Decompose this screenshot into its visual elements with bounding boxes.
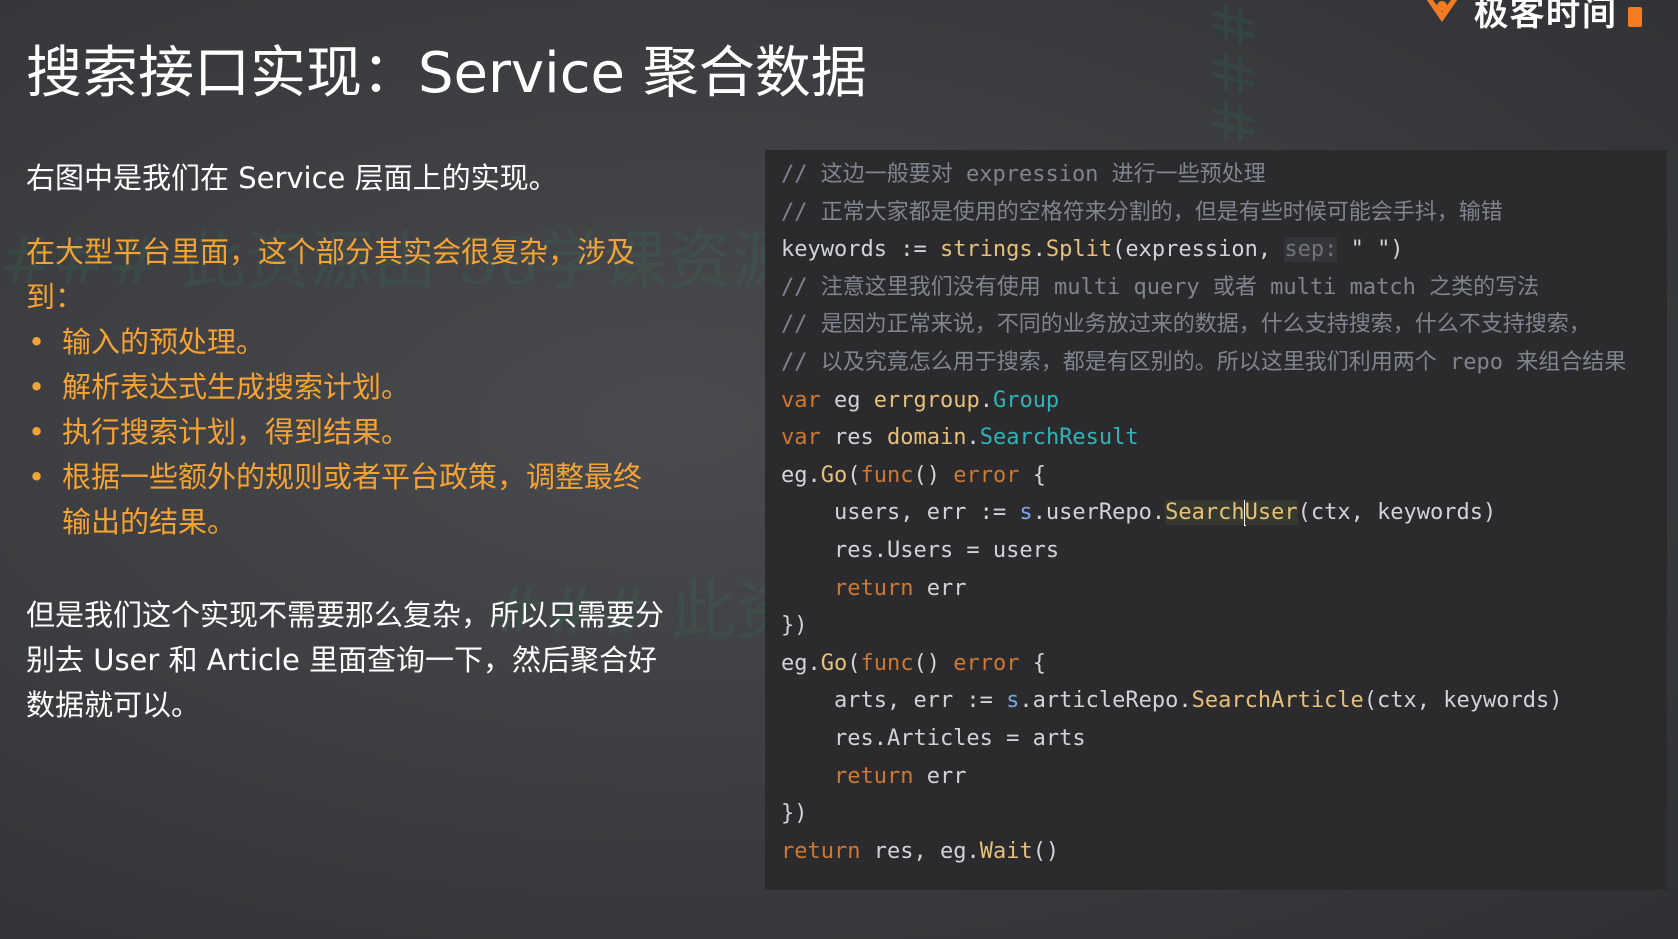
code-keyword: error xyxy=(953,650,1020,676)
code-token: eg. xyxy=(781,650,821,676)
code-token: arts, err := xyxy=(781,688,1007,714)
code-token: " ") xyxy=(1337,237,1404,263)
code-token: Search xyxy=(1165,500,1245,526)
page-title: 搜索接口实现：Service 聚合数据 xyxy=(26,41,867,106)
code-token: () xyxy=(913,462,954,488)
bullet-item: • 解析表达式生成搜索计划。 xyxy=(26,365,666,410)
code-line-final-return: return res, eg.Wait() xyxy=(781,833,1667,871)
code-type: SearchResult xyxy=(979,425,1139,451)
code-token: err xyxy=(913,763,967,789)
code-keyword: var xyxy=(781,425,821,451)
code-token: s xyxy=(1019,500,1033,526)
code-token: err xyxy=(913,575,967,601)
code-keyword: return xyxy=(833,763,914,789)
code-token: domain xyxy=(886,425,967,451)
code-keyword: var xyxy=(781,387,821,413)
code-line-arts: arts, err := s.articleRepo.SearchArticle… xyxy=(781,682,1667,720)
code-token: { xyxy=(1019,462,1046,488)
code-comment: // 以及究竟怎么用于搜索，都是有区别的。所以这里我们利用两个 repo 来组合… xyxy=(781,349,1627,375)
brand-name: 极客时间 xyxy=(1474,0,1618,34)
code-keyword: func xyxy=(860,650,914,676)
bullet-dot: • xyxy=(28,325,46,359)
code-comment: // 注意这里我们没有使用 multi query 或者 multi match… xyxy=(781,274,1540,300)
bullet-dot: • xyxy=(28,415,46,449)
code-token: eg xyxy=(820,387,874,413)
code-line-return: return err xyxy=(781,570,1667,608)
geektime-logo-icon xyxy=(1427,0,1457,22)
code-comment: // 正常大家都是使用的空格符来分割的，但是有些时候可能会手抖，输错 xyxy=(781,199,1503,225)
code-line-go-open: eg.Go(func() error { xyxy=(781,645,1667,683)
bullet-text: 根据一些额外的规则或者平台政策，调整最终输出的结果。 xyxy=(62,460,643,539)
code-line-var-res: var res domain.SearchResult xyxy=(781,425,1139,451)
brand-badge xyxy=(1628,6,1642,27)
code-token: (ctx, keywords) xyxy=(1297,500,1497,526)
bullet-item: • 输入的预处理。 xyxy=(26,320,666,365)
code-comment: // 这边一般要对 expression 进行一些预处理 xyxy=(781,162,1266,187)
bullet-item: • 执行搜索计划，得到结果。 xyxy=(26,410,666,455)
code-line-keywords: keywords := strings.Split(expression, se… xyxy=(781,237,1404,263)
code-token: res xyxy=(820,425,887,451)
code-token: s xyxy=(1006,688,1020,714)
code-keyword: func xyxy=(860,462,914,488)
code-line-var-eg: var eg errgroup.Group xyxy=(781,387,1060,413)
brand-logo: 极客时间 xyxy=(1420,0,1642,35)
bullet-list: • 输入的预处理。 • 解析表达式生成搜索计划。 • 执行搜索计划，得到结果。 • 根据… xyxy=(26,320,666,545)
code-line-go-open: eg.Go(func() error { xyxy=(781,457,1667,495)
code-keyword: error xyxy=(953,462,1020,488)
code-keyword: return xyxy=(781,838,861,864)
code-token: eg. xyxy=(781,462,821,488)
code-token: User xyxy=(1244,500,1298,526)
code-token: Go xyxy=(820,462,848,488)
code-line-res-users: res.Users = users xyxy=(781,537,1060,563)
code-line-close: }) xyxy=(781,613,808,639)
bullet-dot: • xyxy=(28,370,46,404)
code-token: Split xyxy=(1045,237,1113,263)
code-token: { xyxy=(1019,650,1046,676)
code-token: () xyxy=(1032,838,1060,864)
bullet-text: 输入的预处理。 xyxy=(62,325,266,359)
conclusion-text: 但是我们这个实现不需要那么复杂，所以只需要分别去 User 和 Article … xyxy=(26,598,665,722)
code-token: (ctx, keywords) xyxy=(1363,688,1563,714)
code-line-users: users, err := s.userRepo.SearchUser(ctx,… xyxy=(781,494,1667,532)
code-token: ( xyxy=(847,462,861,488)
param-hint: sep: xyxy=(1284,237,1338,263)
code-line-res-articles: res.Articles = arts xyxy=(781,725,1086,751)
code-token: Wait xyxy=(979,838,1033,864)
code-token: keywords := xyxy=(781,237,940,263)
code-token: errgroup xyxy=(873,387,980,413)
code-token: SearchArticle xyxy=(1191,688,1364,714)
code-token: .userRepo. xyxy=(1032,500,1166,526)
code-token: ( xyxy=(847,650,861,676)
code-token: Go xyxy=(820,650,848,676)
bullet-text: 执行搜索计划，得到结果。 xyxy=(62,415,411,449)
intro-text: 右图中是我们在 Service 层面上的实现。 xyxy=(26,161,558,195)
code-line-return: return err xyxy=(781,758,1667,796)
code-comment: // 是因为正常来说，不同的业务放过来的数据，什么支持搜索，什么不支持搜索， xyxy=(781,312,1591,338)
bullet-dot: • xyxy=(28,460,46,494)
code-keyword: return xyxy=(833,575,914,601)
code-token: (expression, xyxy=(1112,237,1285,263)
code-token: .articleRepo. xyxy=(1019,688,1192,714)
bullet-item: • 根据一些额外的规则或者平台政策，调整最终输出的结果。 xyxy=(26,455,666,545)
left-text-column: 右图中是我们在 Service 层面上的实现。 在大型平台里面，这个部分其实会很… xyxy=(26,154,666,728)
code-token: () xyxy=(913,650,954,676)
code-token: res, eg. xyxy=(860,838,980,864)
code-line-close: }) xyxy=(781,801,808,827)
code-token: users, err := xyxy=(781,500,1020,526)
code-type: Group xyxy=(992,387,1060,413)
code-block: // 这边一般要对 expression 进行一些预处理 // 正常大家都是使用… xyxy=(765,150,1667,890)
code-token: strings xyxy=(939,237,1033,263)
complexity-intro: 在大型平台里面，这个部分其实会很复杂，涉及到： xyxy=(26,235,636,314)
bullet-text: 解析表达式生成搜索计划。 xyxy=(62,370,411,404)
